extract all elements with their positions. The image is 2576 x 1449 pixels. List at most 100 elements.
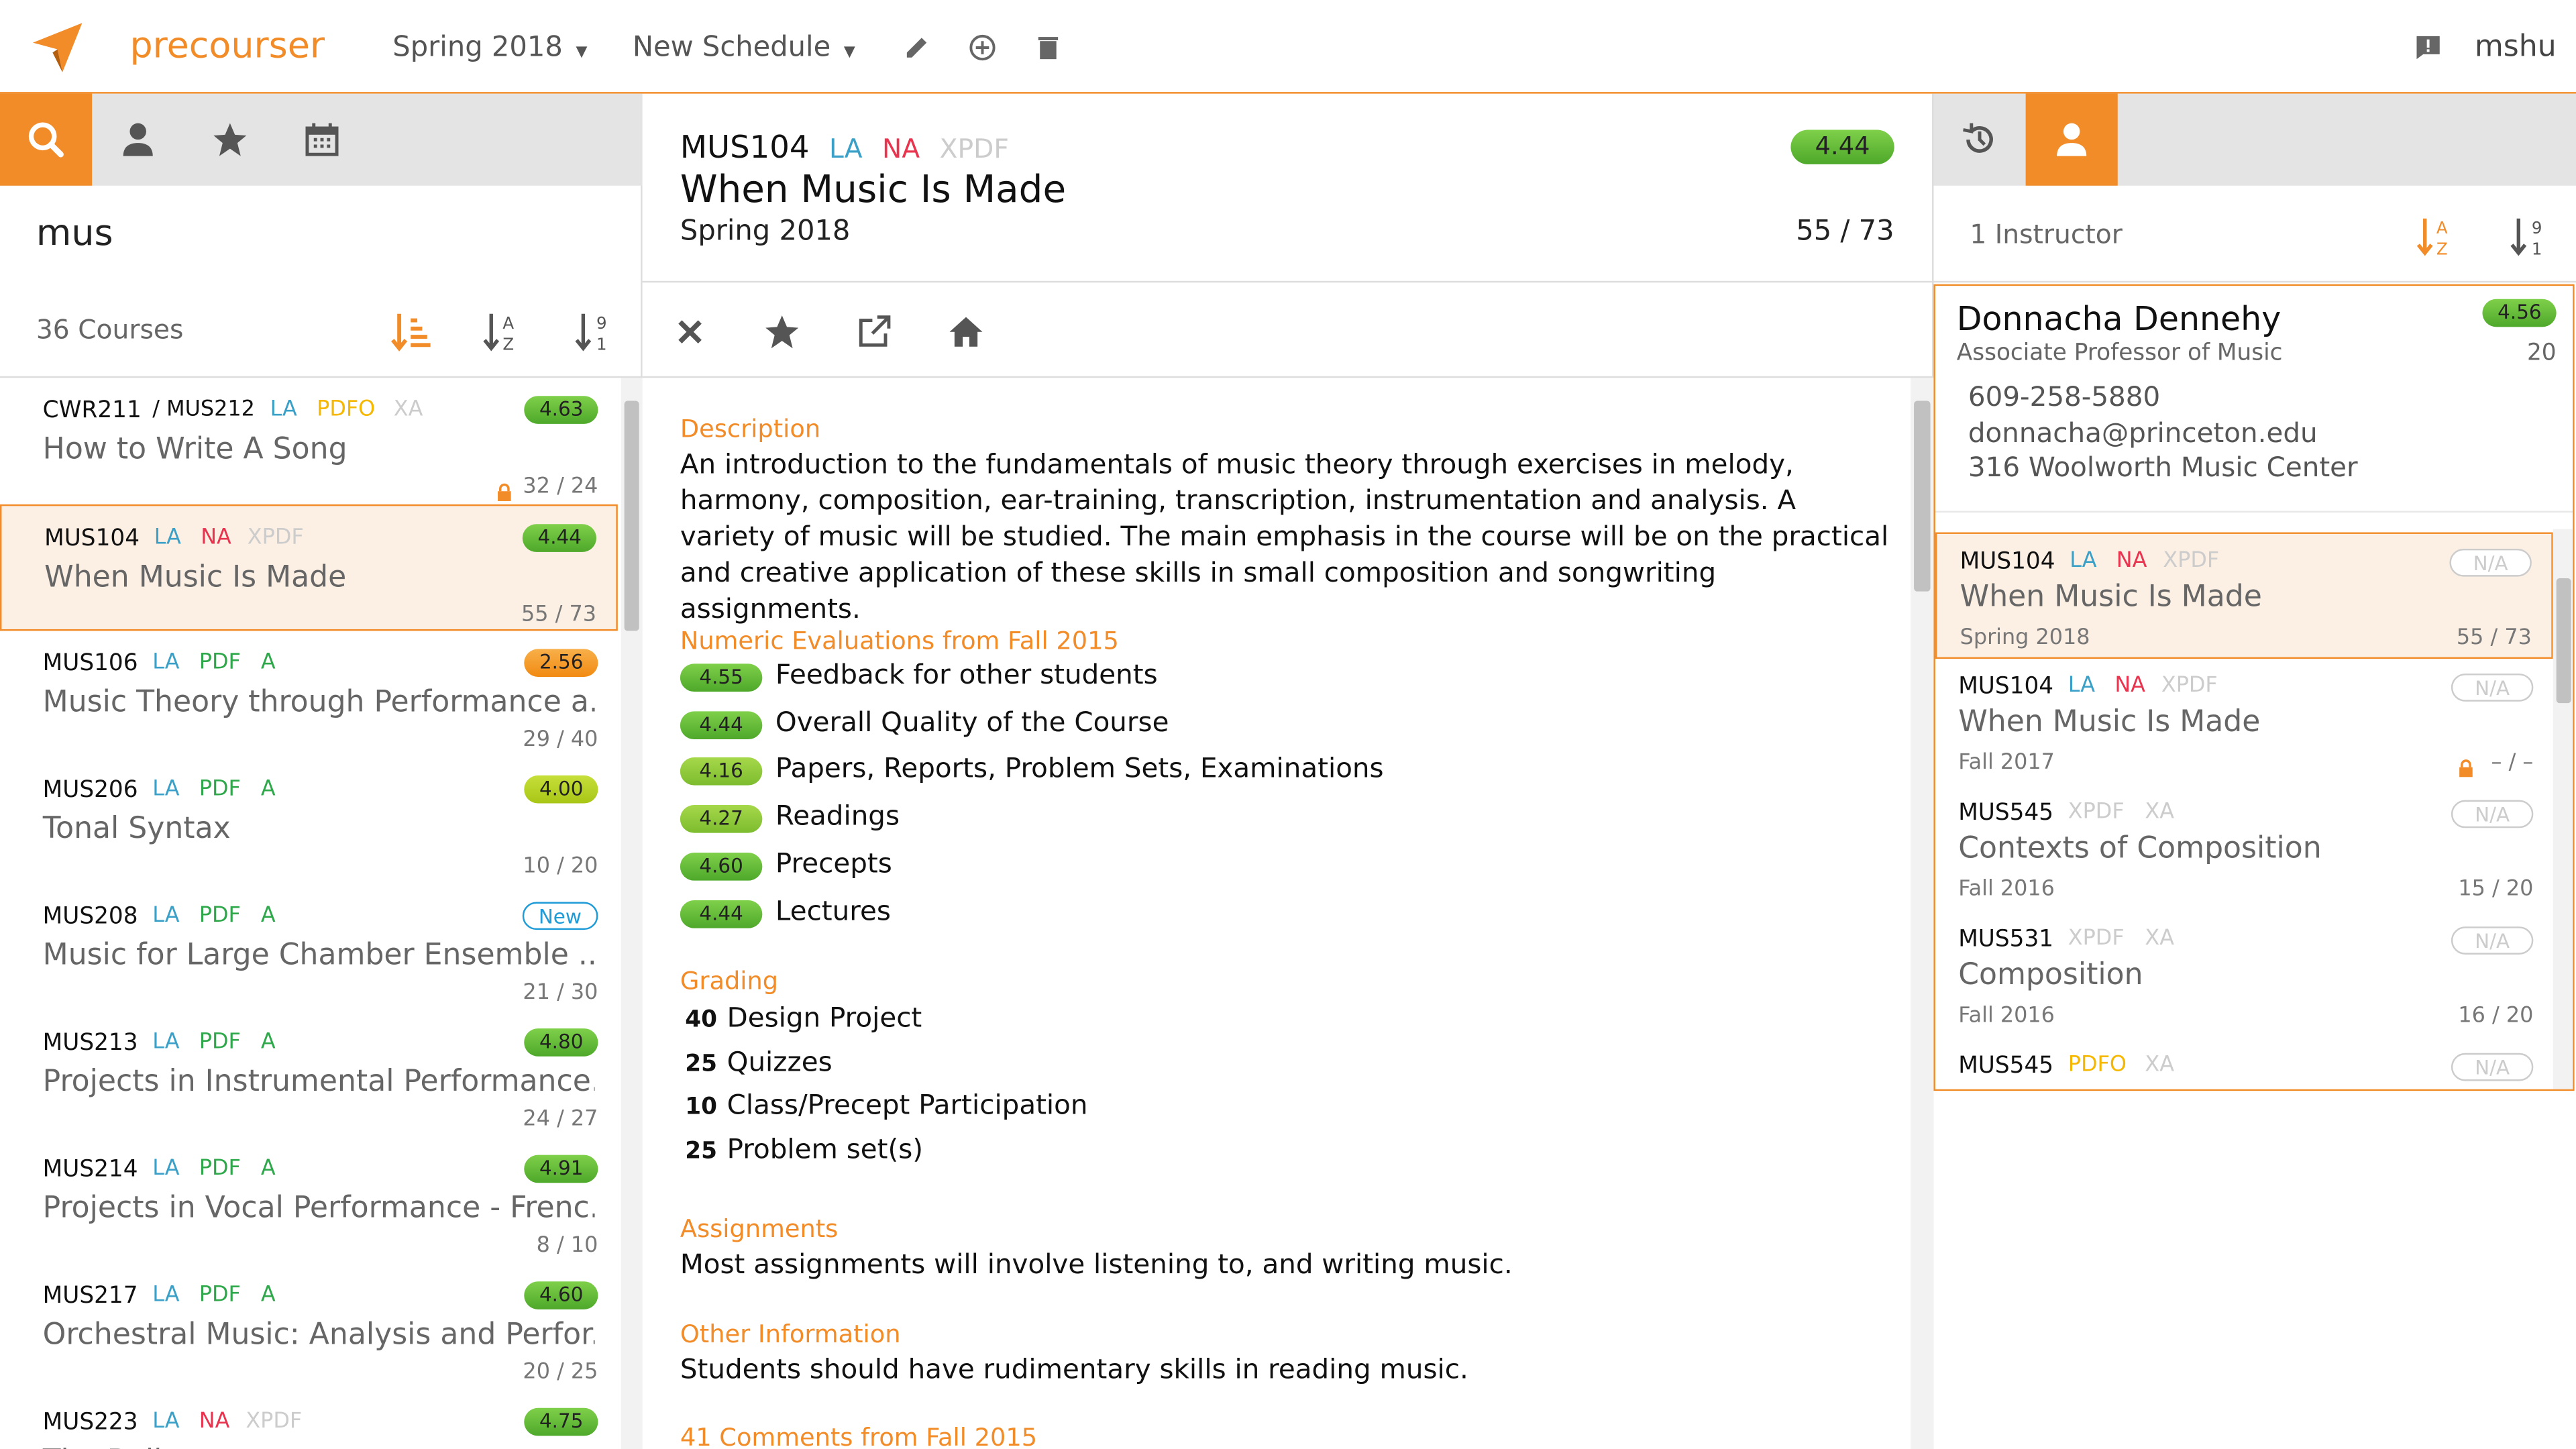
- tag: A: [260, 903, 276, 928]
- divider: [1935, 511, 2573, 513]
- instructor-course-item[interactable]: MUS104 LA NA XPDF When Music Is Made Spring 2…: [1935, 532, 2553, 659]
- tag: LA: [828, 133, 863, 164]
- svg-text:A: A: [502, 313, 514, 333]
- course-title: When Music Is Made: [680, 169, 1067, 212]
- comments-heading[interactable]: 41 Comments from Fall 2015: [680, 1423, 1037, 1449]
- course-title: When Music Is Made: [1958, 704, 2261, 740]
- instructor-email[interactable]: donnacha@princeton.edu: [1968, 417, 2318, 449]
- sort-rating-icon[interactable]: [389, 311, 432, 354]
- sort-number-icon[interactable]: 91: [2509, 215, 2552, 258]
- tab-history[interactable]: [1933, 94, 2025, 186]
- scrollbar-thumb[interactable]: [624, 400, 639, 631]
- search-input[interactable]: mus: [36, 213, 113, 254]
- scrollbar[interactable]: [621, 378, 643, 1449]
- course-list-item[interactable]: MUS106 LA PDF A Music Theory through Perform…: [0, 631, 618, 757]
- course-title: When Music Is Made: [44, 560, 347, 595]
- star-icon[interactable]: [764, 314, 800, 350]
- course-list-item[interactable]: MUS217 LA PDF A Orchestral Music: Analysis a…: [0, 1263, 618, 1390]
- course-list-item[interactable]: MUS214 LA PDF A Projects in Vocal Performanc…: [0, 1137, 618, 1264]
- instructor-course-item[interactable]: MUS531 XPDF XA Composition Fall 2016 16 / 20 N…: [1935, 912, 2553, 1038]
- course-list-item[interactable]: MUS104 LA NA XPDF When Music Is Made 4.44 55 /…: [0, 504, 618, 631]
- course-code: MUS213: [42, 1030, 138, 1057]
- tab-instructors[interactable]: [92, 94, 184, 186]
- sort-number-icon[interactable]: 91: [574, 311, 616, 354]
- instructor-course-item[interactable]: MUS104 LA NA XPDF When Music Is Made Fall 201…: [1935, 659, 2553, 786]
- course-code: MUS214: [42, 1157, 138, 1183]
- rating-badge: 4.44: [523, 524, 596, 552]
- evaluation-label: Papers, Reports, Problem Sets, Examinati…: [775, 753, 1384, 785]
- tag: LA: [2070, 548, 2097, 574]
- instructor-office: 316 Woolworth Music Center: [1968, 451, 2358, 484]
- grading-label: Class/Precept Participation: [727, 1089, 1088, 1121]
- course-code: MUS106: [42, 650, 138, 677]
- person-icon: [123, 123, 153, 156]
- sort-alpha-icon[interactable]: AZ: [2415, 215, 2458, 258]
- course-title: Music Theory through Performance a...: [42, 685, 595, 720]
- svg-text:A: A: [2436, 218, 2448, 237]
- tag: XA: [393, 397, 423, 423]
- delete-icon[interactable]: [1033, 33, 1063, 62]
- search-panel: mus 36 Courses AZ 91 CWR211/ MUS212 LA PDF…: [0, 93, 643, 1449]
- tab-calendar[interactable]: [276, 94, 368, 186]
- other-info-text: Students should have rudimentary skills …: [680, 1353, 1468, 1385]
- course-list-item[interactable]: MUS223 LA NA XPDF The Ballet 4.75: [0, 1390, 618, 1449]
- instructor-course-item[interactable]: MUS545 PDFO XA N/A: [1935, 1038, 2553, 1087]
- tag: A: [260, 777, 276, 802]
- course-title: How to Write A Song: [42, 432, 347, 467]
- scrollbar[interactable]: [2553, 529, 2573, 1089]
- tab-favorites[interactable]: [184, 94, 276, 186]
- tab-search[interactable]: [0, 93, 93, 186]
- feedback-icon[interactable]: [2414, 33, 2443, 62]
- tag: XPDF: [2068, 926, 2125, 951]
- enrollment: 8 / 10: [536, 1234, 598, 1258]
- course-code: MUS104: [1960, 548, 2055, 576]
- svg-text:9: 9: [2532, 218, 2542, 237]
- term-dropdown[interactable]: Spring 2018 ▼: [392, 32, 587, 64]
- username[interactable]: mshu: [2475, 30, 2557, 64]
- grading-label: Problem set(s): [727, 1132, 924, 1165]
- scrollbar[interactable]: [1911, 378, 1934, 1449]
- add-schedule-icon[interactable]: [967, 33, 997, 62]
- edit-icon[interactable]: [902, 33, 932, 62]
- svg-text:1: 1: [2532, 239, 2542, 258]
- tab-instructor[interactable]: [2025, 93, 2118, 186]
- evaluation-score: 4.44: [680, 899, 763, 928]
- grading-row: 25 Problem set(s): [685, 1133, 923, 1165]
- close-icon[interactable]: [672, 314, 708, 350]
- course-title: Contexts of Composition: [1958, 831, 2322, 866]
- lock-icon: [2458, 753, 2474, 777]
- course-list-item[interactable]: MUS213 LA PDF A Projects in Instrumental Per…: [0, 1010, 618, 1137]
- evaluations-heading: Numeric Evaluations from Fall 2015: [680, 626, 1119, 656]
- home-icon[interactable]: [948, 314, 984, 350]
- assignments-text: Most assignments will involve listening …: [680, 1248, 1513, 1280]
- tag: XPDF: [939, 133, 1009, 164]
- brand-name[interactable]: precourser: [129, 26, 325, 67]
- instructor-course-list: MUS104 LA NA XPDF When Music Is Made Spring 2…: [1935, 532, 2553, 1087]
- sort-alpha-icon[interactable]: AZ: [482, 311, 525, 354]
- tag: A: [260, 1030, 276, 1055]
- instructor-name: Donnacha Dennehy: [1956, 299, 2282, 339]
- tag: LA: [2068, 674, 2096, 698]
- tag: PDFO: [2068, 1053, 2127, 1078]
- grading-percent: 10: [685, 1094, 717, 1121]
- external-link-icon[interactable]: [856, 314, 892, 350]
- tag: NA: [882, 133, 920, 164]
- svg-text:9: 9: [596, 313, 607, 333]
- course-list-item[interactable]: CWR211 / MUS212 LA PDFO XA How to Write A Son…: [0, 378, 618, 504]
- course-list-item[interactable]: MUS208 LA PDF A Music for Large Chamber Ense…: [0, 884, 618, 1011]
- instructor-rating-count: 20: [2526, 339, 2557, 367]
- schedule-dropdown[interactable]: New Schedule ▼: [633, 32, 855, 64]
- scrollbar-thumb[interactable]: [2556, 578, 2571, 704]
- course-list-item[interactable]: MUS206 LA PDF A Tonal Syntax 4.00 10 / 20: [0, 757, 618, 884]
- course-code: MUS531: [1958, 926, 2054, 953]
- course-title: Projects in Vocal Performance - Frenc...: [42, 1191, 595, 1226]
- grading-row: 10 Class/Precept Participation: [685, 1089, 1087, 1121]
- scrollbar-thumb[interactable]: [1914, 400, 1931, 592]
- tag: NA: [2116, 548, 2147, 574]
- course-rating-badge: 4.44: [1790, 129, 1894, 164]
- tag: LA: [154, 525, 181, 551]
- instructor-card[interactable]: Donnacha Dennehy 4.56 Associate Professo…: [1933, 284, 2575, 1091]
- evaluation-label: Lectures: [775, 894, 891, 926]
- instructor-course-item[interactable]: MUS545 XPDF XA Contexts of Composition Fall …: [1935, 786, 2553, 912]
- rating-badge: 4.00: [524, 775, 598, 804]
